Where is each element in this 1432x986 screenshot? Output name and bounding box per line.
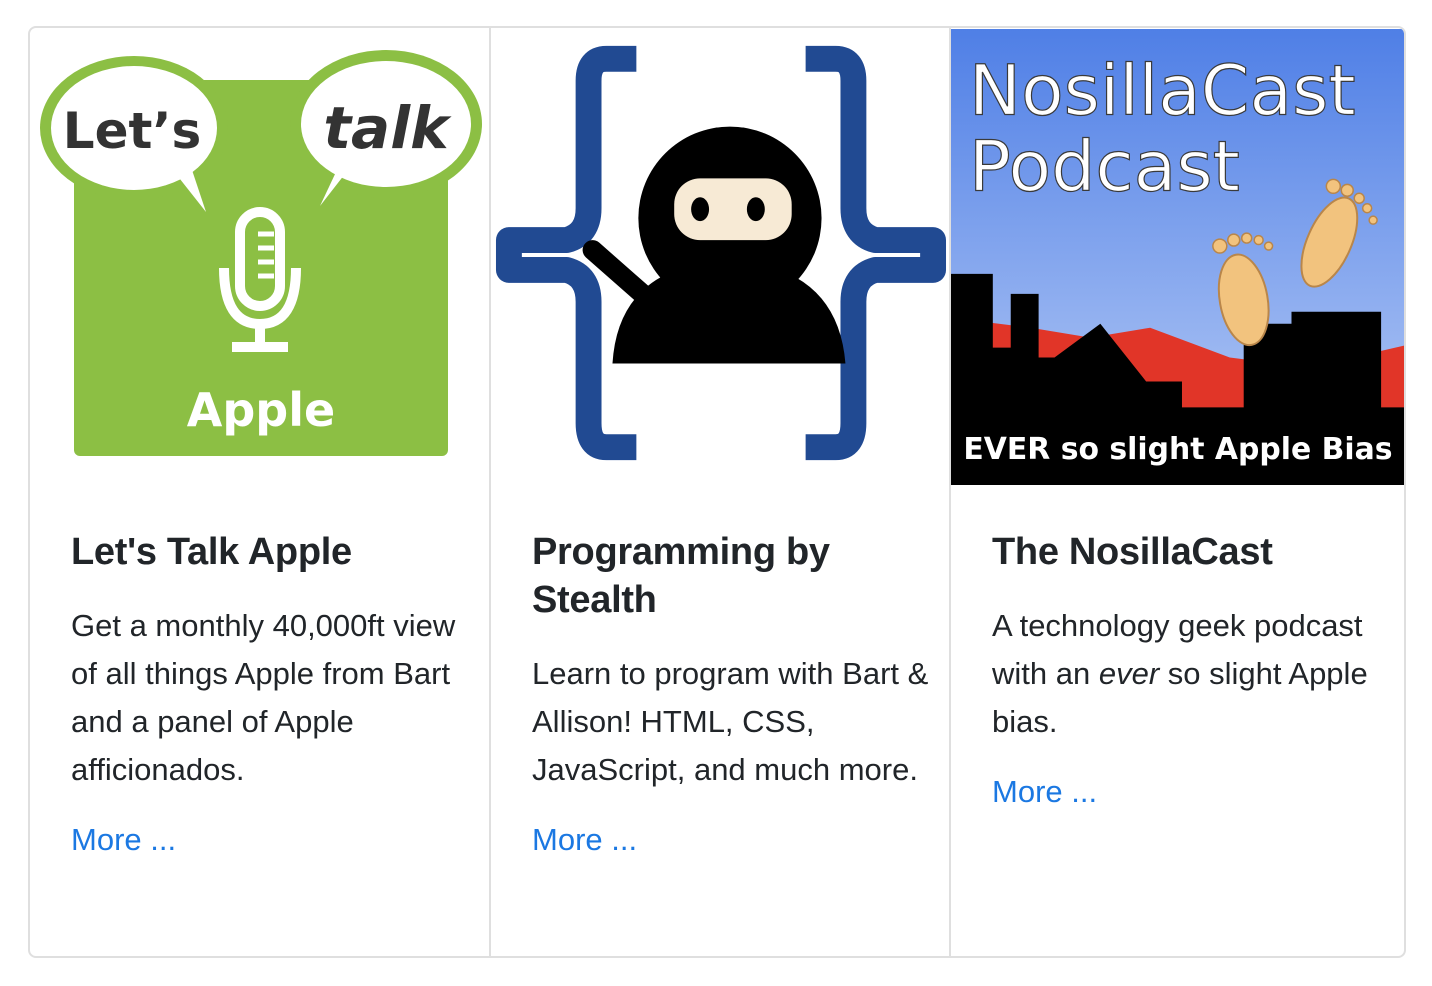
more-link[interactable]: More ...: [532, 820, 637, 860]
podcast-card-nosillacast: NosillaCast Podcast EVER so slight Apple…: [949, 28, 1404, 956]
lets-talk-apple-logo[interactable]: Let’s talk Apple: [30, 28, 489, 486]
podcast-card-lets-talk-apple: Let’s talk Apple Let's Talk Apple Get a: [30, 28, 489, 956]
card-body: Programming by Stealth Learn to program …: [532, 528, 929, 860]
podcast-card-group: Let’s talk Apple Let's Talk Apple Get a: [28, 26, 1406, 958]
description-emphasis: ever: [1098, 656, 1160, 691]
apple-label: Apple: [187, 383, 335, 437]
card-description: Get a monthly 40,000ft view of all thing…: [71, 608, 456, 787]
card-title: Programming by Stealth: [532, 531, 830, 621]
card-description: A technology geek podcast with an ever s…: [992, 602, 1384, 746]
podcast-card-programming-by-stealth: Programming by Stealth Learn to program …: [489, 28, 949, 956]
card-body: The NosillaCast A technology geek podcas…: [992, 528, 1384, 812]
card-body: Let's Talk Apple Get a monthly 40,000ft …: [71, 528, 469, 860]
nosillacast-tagline: EVER so slight Apple Bias: [963, 432, 1392, 467]
nosillacast-title-line2: Podcast: [969, 126, 1240, 207]
more-link[interactable]: More ...: [71, 820, 176, 860]
programming-by-stealth-logo[interactable]: [491, 28, 949, 486]
bubble-left-text: Let’s: [63, 102, 201, 160]
nosillacast-logo[interactable]: NosillaCast Podcast EVER so slight Apple…: [951, 28, 1404, 486]
card-title: Let's Talk Apple: [71, 531, 352, 573]
card-description: Learn to program with Bart & Allison! HT…: [532, 656, 929, 787]
more-link[interactable]: More ...: [992, 772, 1097, 812]
bubble-right-text: talk: [323, 94, 452, 162]
nosillacast-title-line1: NosillaCast: [969, 51, 1356, 132]
card-title: The NosillaCast: [992, 531, 1273, 573]
ninja-in-braces-icon: [495, 45, 947, 461]
